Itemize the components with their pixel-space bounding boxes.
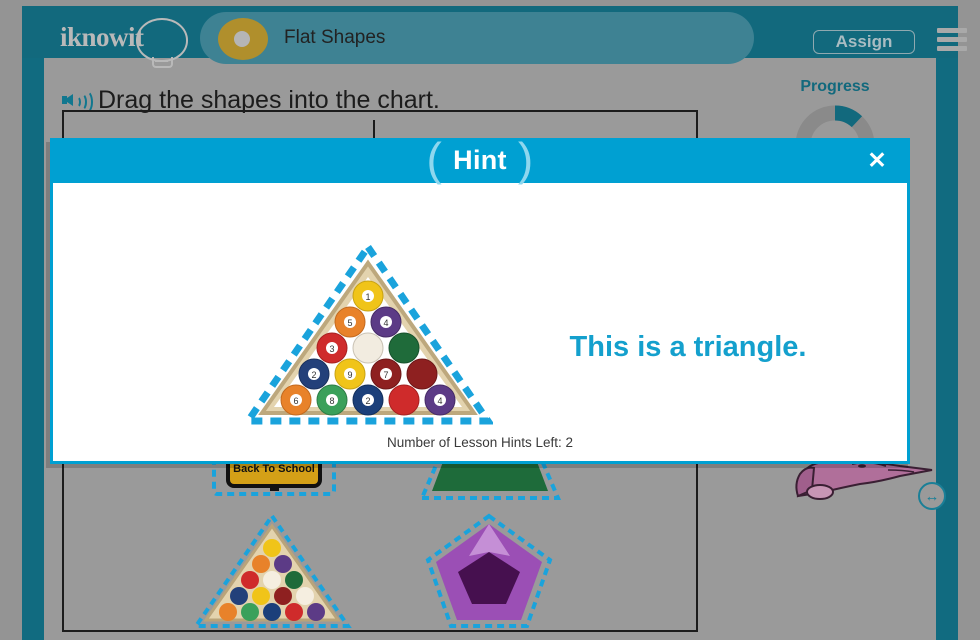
hint-dialog-title-group: ( Hint)	[427, 136, 534, 182]
billiards-rack-triangle-image: 1 5 4 3 2 9 7 6 8 2 4	[243, 243, 493, 425]
lightbulb-base-icon	[152, 57, 173, 68]
svg-text:2: 2	[365, 396, 370, 406]
svg-text:9: 9	[347, 370, 352, 380]
page-frame: iknowit Flat Shapes Assign Drag the shap…	[0, 0, 980, 640]
left-rail	[22, 56, 44, 640]
hints-left-label: Number of Lesson Hints Left: 2	[386, 435, 574, 450]
hint-message: This is a triangle.	[569, 331, 807, 363]
hamburger-line-3	[937, 46, 967, 51]
hamburger-menu-icon[interactable]	[937, 28, 967, 54]
app-logo[interactable]: iknowit	[60, 18, 190, 68]
resize-horizontal-icon[interactable]: ↔	[918, 482, 946, 510]
progress-label: Progress	[800, 78, 870, 95]
shape-tile-billiards-triangle[interactable]	[192, 512, 352, 632]
svg-text:8: 8	[329, 396, 334, 406]
title-paren-left: (	[426, 133, 443, 185]
close-icon[interactable]: ✕	[864, 148, 890, 174]
lesson-marker-inner-icon	[234, 31, 250, 47]
svg-text:6: 6	[293, 396, 298, 406]
title-paren-right: )	[517, 133, 534, 185]
shape-tile-amethyst-pentagon[interactable]	[424, 512, 554, 632]
right-rail	[936, 56, 958, 640]
assign-button[interactable]: Assign	[813, 30, 915, 54]
speaker-cone	[64, 94, 73, 106]
svg-text:7: 7	[383, 370, 388, 380]
hamburger-line-2	[937, 37, 967, 42]
svg-text:4: 4	[383, 318, 388, 328]
svg-text:2: 2	[311, 370, 316, 380]
top-bar: iknowit Flat Shapes Assign	[22, 6, 967, 68]
hamburger-line-1	[937, 28, 967, 33]
svg-text:1: 1	[365, 292, 370, 302]
hint-dialog-title: Hint	[453, 145, 507, 175]
lesson-title: Flat Shapes	[284, 27, 386, 48]
svg-text:3: 3	[329, 344, 334, 354]
svg-text:5: 5	[347, 318, 352, 328]
hint-dialog-body: 1 5 4 3 2 9 7 6 8 2 4 This is a triangle…	[53, 183, 907, 461]
hint-dialog-header: ( Hint) ✕	[50, 136, 910, 183]
logo-text: iknowit	[60, 22, 144, 52]
hint-dialog: ( Hint) ✕ 1 5 4 3 2 9 7 6 8 2 4 This is a…	[50, 136, 910, 464]
svg-text:4: 4	[437, 396, 442, 406]
